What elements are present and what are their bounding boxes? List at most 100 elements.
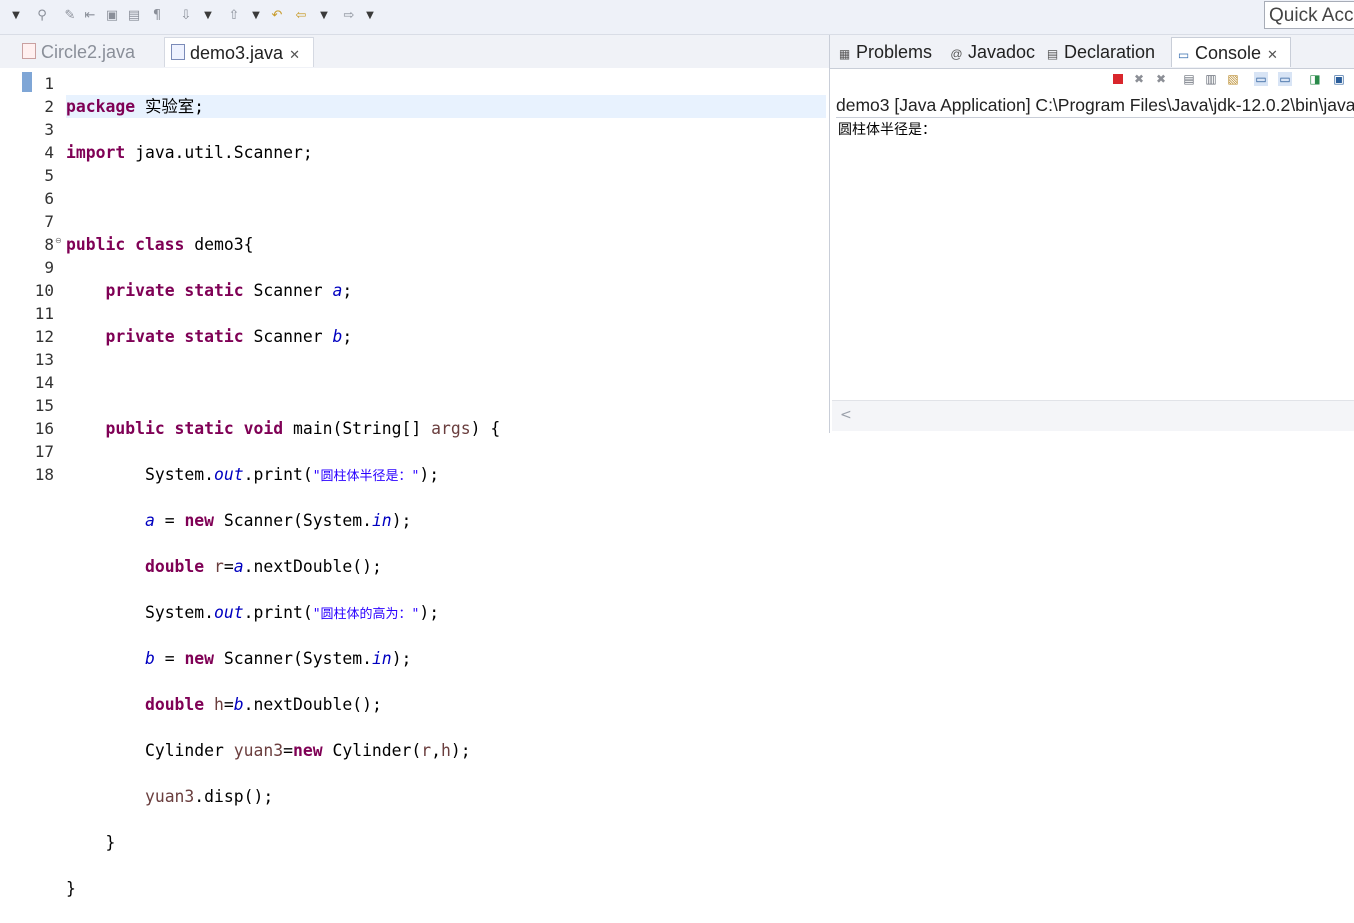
- line-number: 2: [44, 97, 54, 116]
- field-name: a: [332, 281, 343, 300]
- show-on-stderr-icon[interactable]: ▭: [1278, 72, 1292, 86]
- code-text: =: [283, 741, 293, 760]
- close-tab-icon[interactable]: ✕: [1267, 47, 1278, 62]
- line-number: 14: [34, 373, 54, 392]
- parameter-name: args: [431, 419, 471, 438]
- next-annotation-icon[interactable]: ⇩: [178, 7, 194, 25]
- quick-access-input[interactable]: Quick Access: [1264, 1, 1354, 29]
- edit-icon[interactable]: ✎: [62, 7, 78, 25]
- field-name: a: [144, 511, 155, 530]
- code-text: .print(: [243, 603, 313, 622]
- scroll-left-arrow-icon[interactable]: <: [840, 407, 852, 423]
- tab-console[interactable]: ▭ Console ✕: [1171, 37, 1291, 67]
- keyword: new: [184, 649, 215, 668]
- remove-all-icon[interactable]: ✖: [1154, 72, 1168, 86]
- string-literal: "圆柱体半径是：": [312, 469, 420, 484]
- line-number-ruler: 1 2 3 4 5 6 7 8 9 10 11 12 13 14 15 16 1…: [30, 72, 54, 486]
- show-on-stdout-icon[interactable]: ▭: [1254, 72, 1268, 86]
- code-text: =: [154, 649, 185, 668]
- line-number: 7: [44, 212, 54, 231]
- field-name: a: [233, 557, 244, 576]
- line-number: 1: [44, 74, 54, 93]
- code-text: System.: [144, 603, 215, 622]
- code-text: .nextDouble();: [243, 695, 382, 714]
- toolbar-dropdown-icon[interactable]: ▼: [10, 7, 22, 25]
- field-name: b: [332, 327, 343, 346]
- field-name: in: [371, 649, 392, 668]
- variable-name: h: [204, 695, 224, 714]
- keyword: private static: [105, 281, 244, 300]
- line-number: 16: [34, 419, 54, 438]
- tab-problems[interactable]: ▦ Problems: [838, 37, 932, 67]
- code-text: ;: [342, 327, 353, 346]
- keyword: package: [66, 97, 136, 116]
- code-line-4: public class demo3{: [66, 233, 826, 256]
- code-line-17: }: [66, 831, 826, 854]
- display-console-icon[interactable]: ▣: [1332, 72, 1346, 86]
- word-wrap-icon[interactable]: ▧: [1226, 72, 1240, 86]
- code-text: );: [450, 741, 471, 760]
- code-text: =: [223, 695, 234, 714]
- search-references-icon[interactable]: ⚲: [34, 7, 50, 25]
- code-editor[interactable]: package 实验室; import java.util.Scanner; p…: [66, 72, 826, 923]
- view-tab-bar: ▦ Problems @ Javadoc ▤ Declaration ▭ Console…: [830, 35, 1354, 69]
- code-text: demo3{: [184, 235, 254, 254]
- close-tab-icon[interactable]: ✕: [289, 47, 300, 62]
- variable-name: r: [421, 741, 432, 760]
- line-number: 13: [34, 350, 54, 369]
- code-line-14: double h=b.nextDouble();: [66, 693, 826, 716]
- tab-circle2-java[interactable]: Circle2.java: [22, 37, 135, 67]
- code-line-2: import java.util.Scanner;: [66, 141, 826, 164]
- code-line-8: public static void main(String[] args) {: [66, 417, 826, 440]
- back-icon[interactable]: ⇦: [292, 7, 310, 25]
- code-line-16: yuan3.disp();: [66, 785, 826, 808]
- next-annotation-dropdown-icon[interactable]: ▼: [202, 7, 214, 25]
- remove-launch-icon[interactable]: ✖: [1132, 72, 1146, 86]
- variable-name: yuan3: [233, 741, 284, 760]
- block-selection-icon[interactable]: ▤: [126, 7, 142, 25]
- console-toolbar: ✖ ✖ ▤ ▥ ▧ ▭ ▭ ◨ ▣: [830, 69, 1354, 93]
- prev-annotation-dropdown-icon[interactable]: ▼: [250, 7, 262, 25]
- forward-dropdown-icon[interactable]: ▼: [364, 7, 376, 25]
- toggle-mark-icon[interactable]: ▣: [104, 7, 120, 25]
- field-name: b: [144, 649, 155, 668]
- scroll-lock-icon[interactable]: ▥: [1204, 72, 1218, 86]
- code-line-10: a = new Scanner(System.in);: [66, 509, 826, 532]
- tab-declaration[interactable]: ▤ Declaration: [1046, 37, 1155, 67]
- show-whitespace-icon[interactable]: ¶: [150, 7, 164, 25]
- line-number: 11: [34, 304, 54, 323]
- prev-annotation-icon[interactable]: ⇤: [82, 7, 98, 25]
- main-toolbar: ▼ ⚲ ✎ ⇤ ▣ ▤ ¶ ⇩ ▼ ⇧ ▼ ↶ ⇦ ▼ ⇨ ▼ Quick Ac…: [0, 0, 1354, 35]
- fold-collapse-icon[interactable]: ⊖: [55, 236, 62, 245]
- horizontal-scrollbar[interactable]: <: [832, 400, 1354, 431]
- field-name: in: [371, 511, 392, 530]
- pin-console-icon[interactable]: ◨: [1308, 72, 1322, 86]
- code-line-15: Cylinder yuan3=new Cylinder(r,h);: [66, 739, 826, 762]
- code-text: System.: [144, 465, 215, 484]
- code-text: java.util.Scanner;: [125, 143, 313, 162]
- clear-console-icon[interactable]: ▤: [1182, 72, 1196, 86]
- forward-icon[interactable]: ⇨: [340, 7, 358, 25]
- back-dropdown-icon[interactable]: ▼: [318, 7, 330, 25]
- last-edit-location-icon[interactable]: ↶: [268, 7, 286, 25]
- code-text: .print(: [243, 465, 313, 484]
- tab-demo3-java[interactable]: demo3.java ✕: [164, 37, 314, 67]
- code-text: Cylinder: [144, 741, 234, 760]
- tab-label: Problems: [856, 42, 933, 62]
- console-output[interactable]: 圆柱体半径是：: [838, 121, 936, 139]
- code-line-1: package 实验室;: [66, 95, 826, 118]
- keyword: public class: [66, 235, 185, 254]
- keyword: public static void: [105, 419, 284, 438]
- code-text: );: [419, 603, 440, 622]
- tab-label: Javadoc: [968, 42, 1036, 62]
- prev-annotation-down-icon[interactable]: ⇧: [226, 7, 242, 25]
- code-text: );: [391, 511, 412, 530]
- terminate-icon[interactable]: [1111, 72, 1125, 86]
- variable-name: yuan3: [144, 787, 195, 806]
- java-file-icon: [171, 44, 185, 60]
- tab-javadoc[interactable]: @ Javadoc: [950, 37, 1035, 67]
- line-number: 15: [34, 396, 54, 415]
- string-literal: "圆柱体的高为：": [312, 607, 420, 622]
